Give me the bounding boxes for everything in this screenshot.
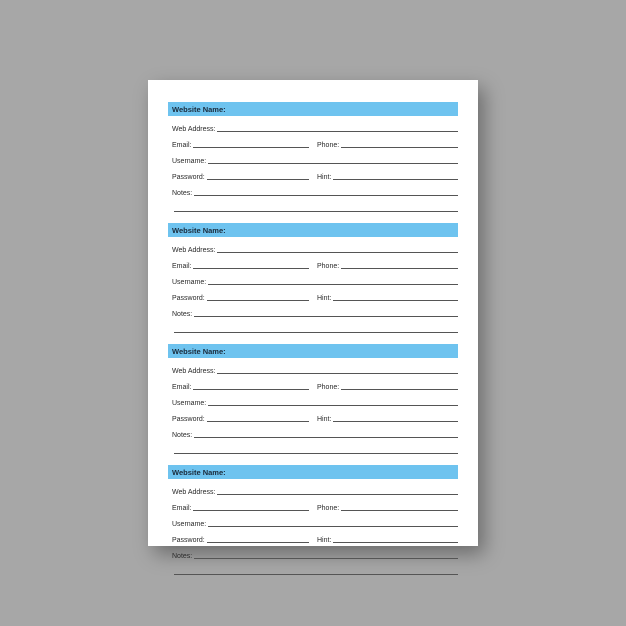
label-web-address: Web Address: (168, 126, 217, 133)
line-hint[interactable] (333, 542, 458, 543)
label-phone: Phone: (317, 263, 341, 270)
row-email-phone: Email: Phone: (168, 380, 458, 391)
line-notes-2[interactable] (174, 211, 458, 212)
row-notes-2 (168, 323, 458, 334)
line-username[interactable] (208, 163, 458, 164)
row-web-address: Web Address: (168, 243, 458, 254)
line-hint[interactable] (333, 179, 458, 180)
label-web-address: Web Address: (168, 247, 217, 254)
line-password[interactable] (207, 542, 309, 543)
line-web-address[interactable] (217, 373, 458, 374)
row-web-address: Web Address: (168, 122, 458, 133)
line-web-address[interactable] (217, 252, 458, 253)
label-phone: Phone: (317, 142, 341, 149)
row-notes: Notes: (168, 428, 458, 439)
label-hint: Hint: (317, 416, 333, 423)
line-hint[interactable] (333, 421, 458, 422)
label-username: Username: (168, 521, 208, 528)
line-password[interactable] (207, 300, 309, 301)
label-phone: Phone: (317, 384, 341, 391)
row-email-phone: Email: Phone: (168, 138, 458, 149)
line-web-address[interactable] (217, 494, 458, 495)
line-phone[interactable] (341, 268, 458, 269)
label-notes: Notes: (168, 432, 194, 439)
label-notes: Notes: (168, 190, 194, 197)
label-username: Username: (168, 279, 208, 286)
line-username[interactable] (208, 405, 458, 406)
entry-title: Website Name: (172, 105, 226, 114)
row-notes-2 (168, 565, 458, 576)
label-email: Email: (168, 384, 193, 391)
password-log-page: Website Name: Web Address: Email: Phone:… (148, 80, 478, 546)
row-password-hint: Password: Hint: (168, 412, 458, 423)
row-notes-2 (168, 202, 458, 213)
label-hint: Hint: (317, 295, 333, 302)
label-email: Email: (168, 263, 193, 270)
label-password: Password: (168, 174, 207, 181)
line-email[interactable] (193, 510, 309, 511)
row-notes: Notes: (168, 549, 458, 560)
row-web-address: Web Address: (168, 364, 458, 375)
password-entry: Website Name: Web Address: Email: Phone:… (168, 344, 458, 455)
line-notes[interactable] (194, 437, 458, 438)
line-email[interactable] (193, 268, 309, 269)
row-username: Username: (168, 154, 458, 165)
row-web-address: Web Address: (168, 485, 458, 496)
label-username: Username: (168, 400, 208, 407)
line-phone[interactable] (341, 510, 458, 511)
label-password: Password: (168, 537, 207, 544)
entry-title: Website Name: (172, 347, 226, 356)
line-phone[interactable] (341, 147, 458, 148)
line-email[interactable] (193, 147, 309, 148)
label-password: Password: (168, 416, 207, 423)
line-notes[interactable] (194, 316, 458, 317)
password-entry: Website Name: Web Address: Email: Phone:… (168, 102, 458, 213)
row-password-hint: Password: Hint: (168, 291, 458, 302)
line-notes[interactable] (194, 558, 458, 559)
row-notes: Notes: (168, 307, 458, 318)
label-hint: Hint: (317, 174, 333, 181)
label-email: Email: (168, 505, 193, 512)
row-username: Username: (168, 517, 458, 528)
row-email-phone: Email: Phone: (168, 501, 458, 512)
line-username[interactable] (208, 284, 458, 285)
line-hint[interactable] (333, 300, 458, 301)
row-password-hint: Password: Hint: (168, 170, 458, 181)
row-username: Username: (168, 396, 458, 407)
line-notes-2[interactable] (174, 453, 458, 454)
label-web-address: Web Address: (168, 489, 217, 496)
entry-title: Website Name: (172, 226, 226, 235)
line-notes-2[interactable] (174, 574, 458, 575)
line-email[interactable] (193, 389, 309, 390)
line-phone[interactable] (341, 389, 458, 390)
line-password[interactable] (207, 179, 309, 180)
label-notes: Notes: (168, 553, 194, 560)
label-hint: Hint: (317, 537, 333, 544)
row-username: Username: (168, 275, 458, 286)
row-notes-2 (168, 444, 458, 455)
row-notes: Notes: (168, 186, 458, 197)
row-password-hint: Password: Hint: (168, 533, 458, 544)
label-username: Username: (168, 158, 208, 165)
label-email: Email: (168, 142, 193, 149)
line-notes[interactable] (194, 195, 458, 196)
password-entry: Website Name: Web Address: Email: Phone:… (168, 465, 458, 576)
password-entry: Website Name: Web Address: Email: Phone:… (168, 223, 458, 334)
entry-title: Website Name: (172, 468, 226, 477)
label-notes: Notes: (168, 311, 194, 318)
entry-header: Website Name: (168, 344, 458, 358)
entry-header: Website Name: (168, 102, 458, 116)
entry-header: Website Name: (168, 465, 458, 479)
line-web-address[interactable] (217, 131, 458, 132)
row-email-phone: Email: Phone: (168, 259, 458, 270)
line-password[interactable] (207, 421, 309, 422)
label-web-address: Web Address: (168, 368, 217, 375)
entry-header: Website Name: (168, 223, 458, 237)
line-username[interactable] (208, 526, 458, 527)
label-phone: Phone: (317, 505, 341, 512)
line-notes-2[interactable] (174, 332, 458, 333)
label-password: Password: (168, 295, 207, 302)
